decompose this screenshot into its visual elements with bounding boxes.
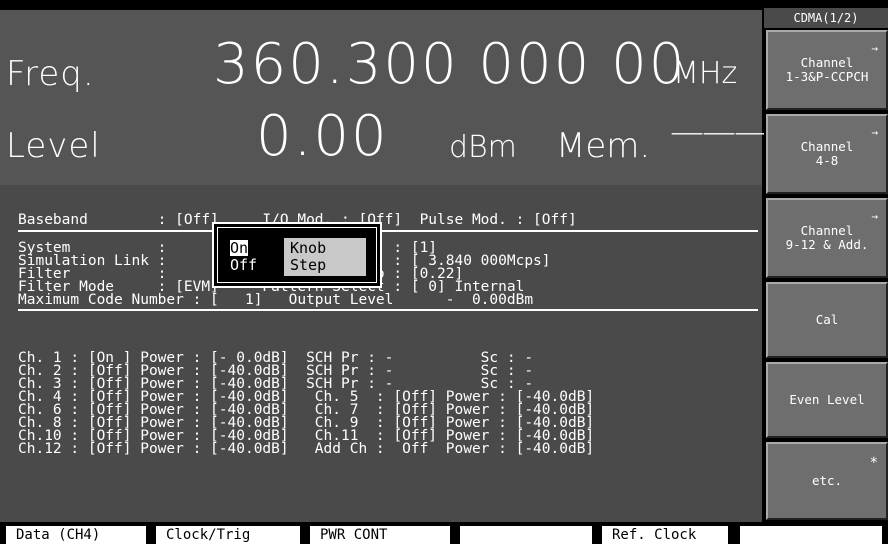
status-data: Data (CH4) [6, 526, 146, 544]
softkey-even-level[interactable]: Even Level [766, 362, 888, 438]
selection-popup[interactable]: On Off Knob Step [212, 222, 382, 288]
popup-step-label: Step [290, 256, 327, 274]
softkey-label: Even Level [789, 392, 865, 407]
level-value[interactable]: 0.00 [256, 104, 389, 169]
separator [18, 309, 758, 311]
popup-knob-label: Knob [290, 239, 327, 257]
channel-line[interactable]: Ch.12 : [Off] Power : [-40.0dB] Add Ch :… [18, 442, 594, 457]
instrument-screen: Freq. 360.300 000 00 MHz Level 0.00 dBm … [0, 0, 888, 544]
mode-title: CDMA(1/2) [764, 8, 888, 28]
arrow-icon: → [871, 42, 878, 55]
arrow-icon: → [871, 126, 878, 139]
status-bar: Data (CH4) Clock/Trig PWR CONT Ref. Cloc… [0, 524, 888, 544]
freq-value[interactable]: 360.300 000 00 [213, 32, 686, 97]
star-icon: * [869, 455, 878, 471]
status-blank [460, 526, 592, 544]
popup-option-on[interactable]: On [230, 240, 249, 256]
arrow-icon: → [871, 210, 878, 223]
softkey-etc[interactable]: * etc. [766, 442, 888, 520]
softkey-channel-4-8[interactable]: → Channel 4-8 [766, 114, 888, 194]
mem-label: Mem. [556, 126, 651, 166]
popup-option-off[interactable]: Off [230, 257, 257, 273]
softkey-cal[interactable]: Cal [766, 282, 888, 358]
max-code-line[interactable]: Maximum Code Number : [ 1] Output Level … [18, 293, 533, 308]
softkey-channel-9-12[interactable]: → Channel 9-12 & Add. [766, 198, 888, 278]
freq-label: Freq. [6, 54, 95, 94]
mem-value: ——— [670, 112, 768, 152]
level-label: Level [6, 126, 101, 166]
softkey-label: Channel 4-8 [800, 139, 854, 168]
status-clock-trig: Clock/Trig [156, 526, 300, 544]
separator [18, 230, 758, 232]
softkey-label: Cal [815, 312, 839, 327]
status-pwr-cont: PWR CONT [310, 526, 450, 544]
level-unit: dBm [449, 130, 517, 165]
freq-unit: MHz [673, 56, 738, 91]
softkey-panel: CDMA(1/2) → Channel 1-3&P-CCPCH → Channe… [764, 0, 888, 544]
frequency-level-panel: Freq. 360.300 000 00 MHz Level 0.00 dBm … [0, 10, 768, 185]
softkey-channel-1-3[interactable]: → Channel 1-3&P-CCPCH [766, 30, 888, 110]
status-blank [740, 526, 882, 544]
softkey-label: Channel 1-3&P-CCPCH [785, 55, 869, 84]
status-ref-clock: Ref. Clock [602, 526, 728, 544]
softkey-label: Channel 9-12 & Add. [785, 223, 869, 252]
softkey-label: etc. [811, 473, 843, 488]
